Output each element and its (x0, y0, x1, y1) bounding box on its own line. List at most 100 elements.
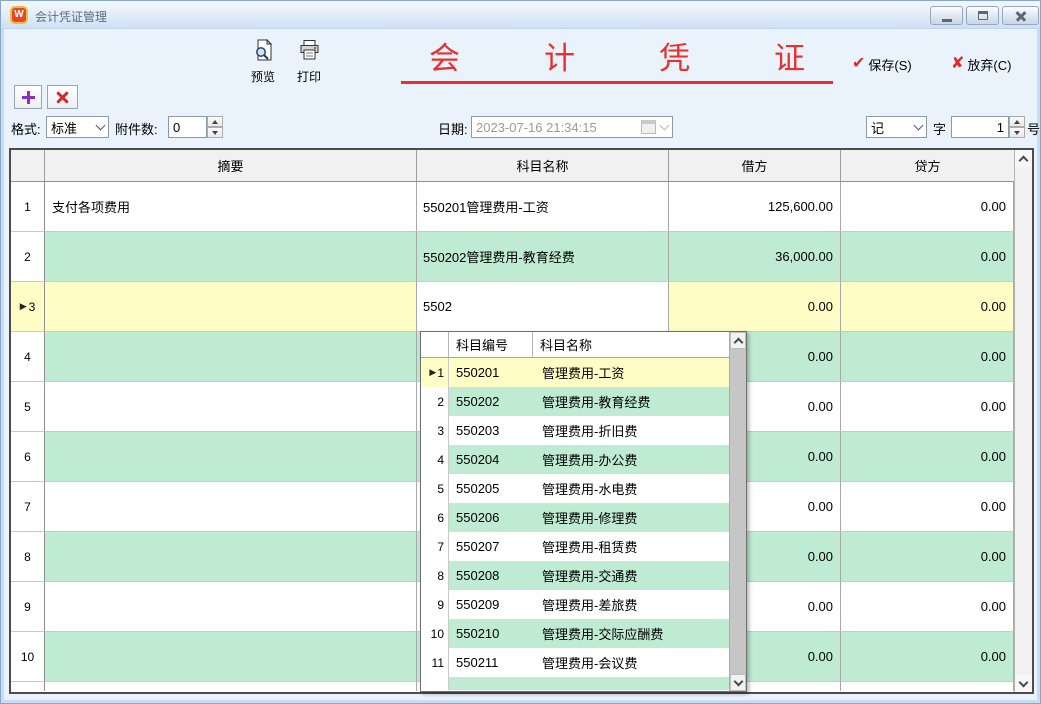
debit-cell[interactable]: 125,600.00 (669, 182, 841, 232)
credit-cell[interactable]: 0.00 (841, 332, 1014, 382)
debit-cell[interactable]: 36,000.00 (669, 232, 841, 282)
credit-cell[interactable]: 0.00 (841, 432, 1014, 482)
subject-cell[interactable]: 550201管理费用-工资 (417, 182, 669, 232)
stepper-down-button[interactable] (207, 127, 223, 138)
arrow-up-icon (212, 120, 218, 124)
voucher-row-3[interactable]: ▶355020.000.00 (11, 282, 1014, 332)
voucher-row-1[interactable]: 1支付各项费用550201管理费用-工资125,600.000.00 (11, 182, 1014, 232)
minimize-button[interactable] (930, 6, 963, 25)
subject-cell[interactable]: 5502 (417, 282, 669, 332)
save-button[interactable]: ✔ 保存(S) (852, 53, 912, 75)
popup-code-cell[interactable]: 550202 (449, 387, 533, 416)
popup-row-550206[interactable]: 6550206管理费用-修理费 (421, 503, 729, 532)
popup-name-cell[interactable]: 管理费用-教育经费 (533, 387, 729, 416)
popup-name-cell[interactable]: 管理费用-差旅费 (533, 590, 729, 619)
discard-button[interactable]: ✘ 放弃(C) (951, 53, 1011, 75)
popup-row-550210[interactable]: 10550210管理费用-交际应酬费 (421, 619, 729, 648)
close-button[interactable] (1002, 6, 1039, 25)
popup-name-cell[interactable]: 管理费用-会议费 (533, 648, 729, 677)
popup-scrollbar-up-button[interactable] (730, 332, 746, 349)
arrow-down-icon (212, 131, 218, 135)
format-label: 格式: (11, 119, 41, 138)
credit-cell[interactable]: 0.00 (841, 382, 1014, 432)
popup-name-cell[interactable]: 管理费用-水电费 (533, 474, 729, 503)
summary-cell[interactable] (45, 532, 417, 582)
popup-code-cell[interactable]: 550208 (449, 561, 533, 590)
summary-cell[interactable] (45, 432, 417, 482)
popup-code-cell[interactable]: 550203 (449, 416, 533, 445)
popup-row-550208[interactable]: 8550208管理费用-交通费 (421, 561, 729, 590)
popup-code-cell[interactable]: 550204 (449, 445, 533, 474)
popup-row-550211[interactable]: 11550211管理费用-会议费 (421, 648, 729, 677)
popup-scrollbar-down-button[interactable] (730, 674, 746, 691)
credit-cell[interactable]: 0.00 (841, 632, 1014, 682)
popup-row-550201[interactable]: ▶1550201管理费用-工资 (421, 358, 729, 387)
popup-scrollbar[interactable] (729, 332, 746, 691)
debit-cell[interactable]: 0.00 (669, 282, 841, 332)
stepper-down-button[interactable] (1009, 127, 1025, 138)
summary-cell[interactable] (45, 332, 417, 382)
voucher-number-input[interactable]: 1 (951, 116, 1009, 138)
summary-cell[interactable] (45, 232, 417, 282)
table-scrollbar[interactable] (1014, 150, 1032, 692)
credit-cell[interactable]: 0.00 (841, 582, 1014, 632)
popup-row-550202[interactable]: 2550202管理费用-教育经费 (421, 387, 729, 416)
popup-row-550203[interactable]: 3550203管理费用-折旧费 (421, 416, 729, 445)
popup-row-550204[interactable]: 4550204管理费用-办公费 (421, 445, 729, 474)
voucher-row-2[interactable]: 2550202管理费用-教育经费36,000.000.00 (11, 232, 1014, 282)
popup-name-cell[interactable]: 管理费用-租赁费 (533, 532, 729, 561)
preview-icon (252, 39, 275, 62)
date-input[interactable]: 2023-07-16 21:34:15 (471, 116, 673, 138)
stepper-up-button[interactable] (1009, 116, 1025, 127)
check-icon: ✔ (852, 55, 865, 73)
format-value: 标准 (51, 118, 77, 137)
popup-code-cell[interactable]: 550207 (449, 532, 533, 561)
popup-name-cell[interactable]: 管理费用-折旧费 (533, 416, 729, 445)
popup-name-cell[interactable]: 管理费用-办公费 (533, 445, 729, 474)
popup-name-cell[interactable]: 管理费用-交际应酬费 (533, 619, 729, 648)
attachments-input[interactable]: 0 (168, 116, 207, 138)
popup-name-cell[interactable]: 管理费用-修理费 (533, 503, 729, 532)
scrollbar-up-button[interactable] (1015, 150, 1032, 167)
x-mark-icon: ✘ (951, 55, 964, 73)
credit-cell (841, 682, 1014, 691)
popup-row-number-cell: 2 (421, 387, 449, 416)
app-icon: W (10, 6, 28, 24)
summary-cell[interactable] (45, 632, 417, 682)
credit-cell[interactable]: 0.00 (841, 482, 1014, 532)
popup-row-550205[interactable]: 5550205管理费用-水电费 (421, 474, 729, 503)
scrollbar-down-button[interactable] (1015, 675, 1032, 692)
credit-cell[interactable]: 0.00 (841, 232, 1014, 282)
popup-name-cell[interactable]: 管理费用-工资 (533, 358, 729, 387)
popup-code-cell[interactable]: 550206 (449, 503, 533, 532)
popup-name-cell[interactable]: 管理费用-交通费 (533, 561, 729, 590)
stepper-up-button[interactable] (207, 116, 223, 127)
popup-code-cell[interactable]: 550205 (449, 474, 533, 503)
maximize-button[interactable] (966, 6, 999, 25)
titlebar: W 会计凭证管理 (1, 1, 1040, 29)
add-row-button[interactable] (14, 85, 42, 109)
delete-row-button[interactable] (47, 85, 78, 109)
credit-cell[interactable]: 0.00 (841, 532, 1014, 582)
subject-cell[interactable]: 550202管理费用-教育经费 (417, 232, 669, 282)
popup-row-550209[interactable]: 9550209管理费用-差旅费 (421, 590, 729, 619)
window-title: 会计凭证管理 (35, 8, 107, 25)
attachments-label: 附件数: (115, 119, 158, 138)
print-button[interactable]: 打印 (287, 39, 331, 85)
format-select[interactable]: 标准 (46, 116, 109, 138)
popup-code-cell[interactable]: 550201 (449, 358, 533, 387)
popup-rows: ▶1550201管理费用-工资2550202管理费用-教育经费3550203管理… (421, 358, 729, 677)
popup-code-cell[interactable]: 550210 (449, 619, 533, 648)
summary-cell[interactable] (45, 282, 417, 332)
voucher-type-select[interactable]: 记 (866, 116, 927, 138)
summary-cell[interactable] (45, 382, 417, 432)
credit-cell[interactable]: 0.00 (841, 182, 1014, 232)
summary-cell[interactable]: 支付各项费用 (45, 182, 417, 232)
summary-cell[interactable] (45, 582, 417, 632)
preview-button[interactable]: 预览 (241, 39, 285, 85)
popup-code-cell[interactable]: 550211 (449, 648, 533, 677)
popup-row-550207[interactable]: 7550207管理费用-租赁费 (421, 532, 729, 561)
popup-code-cell[interactable]: 550209 (449, 590, 533, 619)
summary-cell[interactable] (45, 482, 417, 532)
credit-cell[interactable]: 0.00 (841, 282, 1014, 332)
